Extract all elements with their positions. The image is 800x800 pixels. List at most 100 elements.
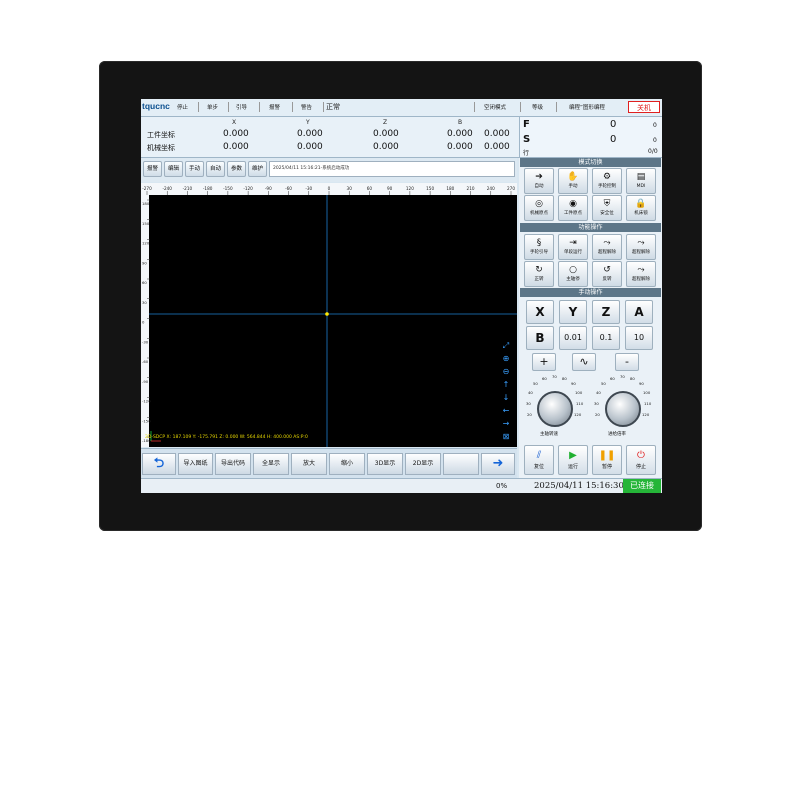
export-code-button[interactable]: 导出代码 — [215, 453, 251, 475]
control-button-1[interactable]: ▶ 运行 — [558, 445, 588, 475]
axis-x-button[interactable]: X — [526, 300, 554, 324]
mode-button-3[interactable]: ▤ MDI — [626, 168, 656, 194]
menu-alarm[interactable]: 报警 — [269, 103, 280, 111]
arrow-left-icon[interactable]: ← — [501, 406, 511, 416]
tab-edit[interactable]: 编辑 — [164, 161, 183, 177]
control-button-0[interactable]: ⫽ 复位 — [524, 445, 554, 475]
arrow-up-icon[interactable]: ↑ — [501, 380, 511, 390]
view-3d-button[interactable]: 3D显示 — [367, 453, 403, 475]
mode-button-1[interactable]: ✋ 手动 — [558, 168, 588, 194]
import-drawing-button[interactable]: 导入图纸 — [178, 453, 213, 475]
axis-a-button[interactable]: A — [625, 300, 653, 324]
tab-manual[interactable]: 手动 — [185, 161, 204, 177]
dial-tick: 40 — [596, 390, 601, 395]
x-tick-label: -90 — [265, 186, 272, 191]
mode-button-6[interactable]: ⛨ 安全位 — [592, 195, 622, 221]
col-header-b: B — [458, 119, 463, 126]
blank-button[interactable] — [443, 453, 479, 475]
zoom-in-button[interactable]: 放大 — [291, 453, 327, 475]
y-tick-label: 90 — [142, 260, 147, 265]
mode-button-0[interactable]: ➔ 自动 — [524, 168, 554, 194]
control-button-3[interactable]: ⏻ 停止 — [626, 445, 656, 475]
mode-button-7[interactable]: 🔒 机床锁 — [626, 195, 656, 221]
menu-programming[interactable]: 编程”图形编程 — [569, 103, 605, 111]
menu-guide[interactable]: 引导 — [236, 103, 247, 111]
menu-single-step[interactable]: 单步 — [207, 103, 218, 111]
x-tick-label: 60 — [367, 186, 373, 191]
mode-button-5[interactable]: ◉ 工件原点 — [558, 195, 588, 221]
arrow-right-icon[interactable]: → — [501, 419, 511, 429]
button-label: MDI — [636, 184, 646, 189]
button-label: 超程解除 — [632, 250, 650, 255]
mode-button-7[interactable]: ⤳ 超程解除 — [626, 261, 656, 287]
plus-button[interactable]: + — [532, 353, 556, 371]
rapid-button[interactable]: ∿ — [572, 353, 596, 371]
button-label: 正转 — [534, 277, 544, 282]
mode-button-0[interactable]: § 手轮引导 — [524, 234, 554, 260]
step-10-button[interactable]: 10 — [625, 326, 653, 350]
mode-button-1[interactable]: ⇥ 单段运行 — [558, 234, 588, 260]
step-0-1-button[interactable]: 0.1 — [592, 326, 620, 350]
dial-tick: 60 — [542, 376, 547, 381]
overtravel-icon: ⤳ — [603, 238, 611, 248]
button-label: 机械原点 — [530, 211, 548, 216]
back-arrow-icon: ⮌ — [153, 456, 165, 471]
mode-section-title: 模式切换 — [520, 158, 661, 167]
mode-button-2[interactable]: ⤳ 超程解除 — [592, 234, 622, 260]
shutdown-button[interactable]: 关机 — [628, 101, 660, 113]
tab-auto[interactable]: 自动 — [206, 161, 225, 177]
menu-warning[interactable]: 警告 — [301, 103, 312, 111]
guide-icon: § — [536, 238, 542, 248]
dial-tick: 50 — [533, 381, 538, 386]
tab-maintenance[interactable]: 维护 — [248, 161, 267, 177]
work-y-value: 0.000 — [297, 129, 323, 139]
toolpath-view[interactable]: -270 -240 -210 -180 -150 -120 -90 -60 -30 0 30 60 90… — [141, 183, 517, 447]
menu-stop[interactable]: 停止 — [177, 103, 188, 111]
minus-button[interactable]: - — [615, 353, 639, 371]
datetime: 2025/04/11 15:16:30 — [534, 481, 624, 491]
zoom-in-icon[interactable]: ⊕ — [501, 354, 511, 364]
mode-button-5[interactable]: ○ 主轴停 — [558, 261, 588, 287]
step-0-01-button[interactable]: 0.01 — [559, 326, 587, 350]
mode-button-4[interactable]: ◎ 机械原点 — [524, 195, 554, 221]
next-button[interactable]: ➜ — [481, 453, 515, 475]
mode-button-3[interactable]: ⤳ 超程解除 — [626, 234, 656, 260]
menu-idle-mode[interactable]: 空闭模式 — [484, 103, 506, 111]
zoom-out-button[interactable]: 缩小 — [329, 453, 365, 475]
axis-z-button[interactable]: Z — [592, 300, 620, 324]
fit-all-button[interactable]: 全显示 — [253, 453, 289, 475]
mode-button-2[interactable]: ⚙ 手轮控制 — [592, 168, 622, 194]
reset-icon: ⫽ — [536, 450, 542, 461]
clear-icon[interactable]: ⊠ — [501, 432, 511, 442]
feed-override-dial[interactable] — [605, 391, 641, 427]
view-2d-button[interactable]: 2D显示 — [405, 453, 441, 475]
dial-tick: 60 — [610, 376, 615, 381]
safe-icon: ⛨ — [603, 199, 611, 209]
wheel-icon: ⚙ — [602, 172, 612, 182]
spindle-speed-dial[interactable] — [537, 391, 573, 427]
fit-icon[interactable]: ⤢ — [501, 341, 511, 351]
axis-y-button[interactable]: Y — [559, 300, 587, 324]
mode-button-6[interactable]: ↺ 反转 — [592, 261, 622, 287]
divider — [556, 102, 557, 112]
tab-alarm[interactable]: 报警 — [143, 161, 162, 177]
arrow-down-icon[interactable]: ↓ — [501, 393, 511, 403]
back-button[interactable]: ⮌ — [142, 453, 176, 475]
button-label: 反转 — [602, 277, 612, 282]
mode-button-4[interactable]: ↻ 正转 — [524, 261, 554, 287]
ccw-icon: ↺ — [603, 265, 611, 275]
y-tick-label: 150 — [142, 221, 150, 226]
feed-override-label: 进给倍率 — [608, 432, 626, 437]
menu-level[interactable]: 等级 — [532, 103, 543, 111]
feed-spindle-panel: F 0 0 S 0 0 行 0/0 — [519, 117, 662, 158]
tab-params[interactable]: 参数 — [227, 161, 246, 177]
overtravel-icon: ⤳ — [637, 265, 645, 275]
work-coord-label: 工件坐标 — [147, 131, 175, 139]
axis-b-button[interactable]: B — [526, 326, 554, 350]
control-button-2[interactable]: ❚❚ 暂停 — [592, 445, 622, 475]
cnc-screen: tqucnc 停止 单步 引导 报警 警告 正常 空闭模式 等级 编程”图形编程… — [141, 99, 662, 493]
zoom-out-icon[interactable]: ⊖ — [501, 367, 511, 377]
x-tick-label: 180 — [446, 186, 454, 191]
arrow-right-icon: ➜ — [492, 456, 504, 471]
x-tick-label: -120 — [243, 186, 253, 191]
